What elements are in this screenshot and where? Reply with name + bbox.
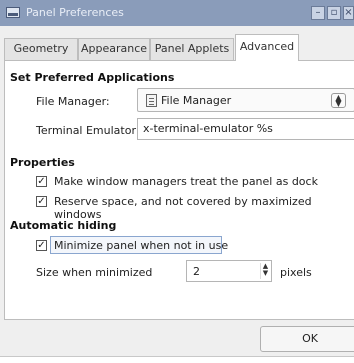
- minimize-button[interactable]: –: [311, 6, 325, 20]
- panel-preferences-window: Panel Preferences – ▫ × Geometry Appeara…: [0, 0, 354, 363]
- terminal-emulator-input[interactable]: x-terminal-emulator %s: [137, 118, 354, 140]
- reserve-space-checkbox[interactable]: ✓: [36, 196, 47, 207]
- dock-label: Make window managers treat the panel as …: [54, 175, 318, 188]
- file-manager-value: File Manager: [161, 94, 232, 107]
- tab-bar: Geometry Appearance Panel Applets Advanc…: [0, 27, 354, 63]
- dock-checkbox[interactable]: ✓: [36, 176, 47, 187]
- section-automatic-hiding: Automatic hiding: [10, 219, 117, 232]
- minimize-panel-checkbox[interactable]: ✓: [36, 240, 47, 251]
- size-minimized-label: Size when minimized: [36, 266, 153, 279]
- size-minimized-spinbox[interactable]: 2 ▲ ▼: [186, 260, 272, 282]
- file-manager-icon: [146, 94, 157, 107]
- size-minimized-value: 2: [193, 265, 200, 278]
- tab-advanced[interactable]: Advanced: [235, 34, 299, 61]
- panel-icon: [6, 7, 20, 18]
- maximize-button[interactable]: ▫: [327, 6, 341, 20]
- ok-button[interactable]: OK: [260, 326, 354, 352]
- terminal-emulator-label: Terminal Emulator:: [36, 124, 140, 137]
- window-title: Panel Preferences: [26, 6, 124, 19]
- spin-arrows-icon[interactable]: ▲ ▼: [260, 263, 270, 279]
- close-button[interactable]: ×: [343, 6, 354, 20]
- size-unit-label: pixels: [280, 266, 312, 279]
- file-manager-label: File Manager:: [36, 95, 110, 108]
- section-properties: Properties: [10, 156, 75, 169]
- tab-geometry[interactable]: Geometry: [4, 38, 78, 60]
- minimize-panel-label[interactable]: Minimize panel when not in use: [54, 239, 228, 252]
- bottom-edge: [0, 356, 354, 363]
- tab-panel-applets[interactable]: Panel Applets: [150, 38, 234, 60]
- section-preferred-applications: Set Preferred Applications: [10, 71, 175, 84]
- titlebar[interactable]: Panel Preferences – ▫ ×: [0, 0, 354, 26]
- tab-appearance[interactable]: Appearance: [78, 38, 150, 60]
- reserve-space-label: Reserve space, and not covered by maximi…: [54, 195, 312, 221]
- file-manager-combo[interactable]: File Manager ▲ ▼: [137, 88, 354, 112]
- chevron-updown-icon: ▲ ▼: [331, 93, 346, 108]
